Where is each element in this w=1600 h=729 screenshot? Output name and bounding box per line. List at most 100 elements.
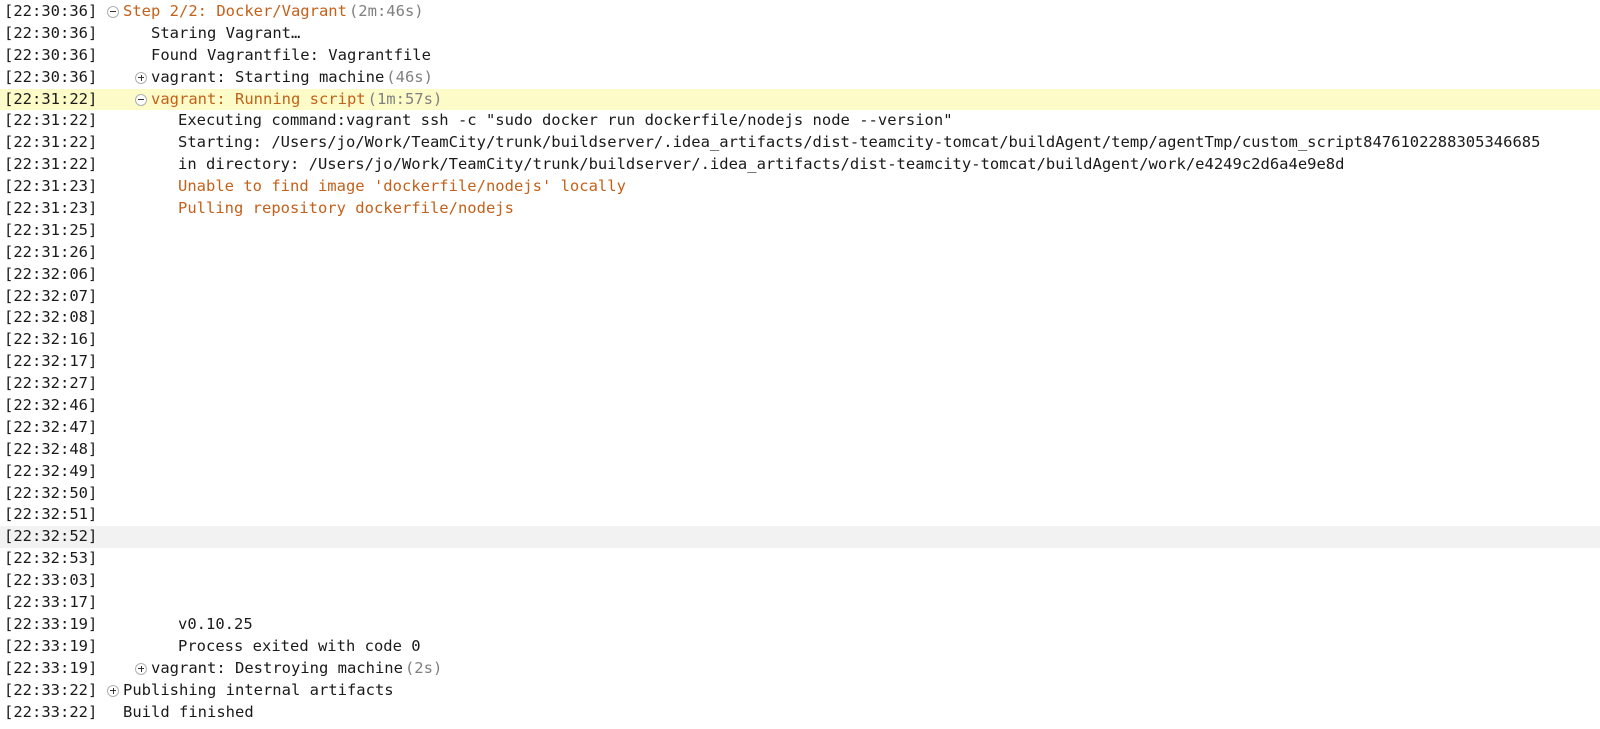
log-message: Starting: /Users/jo/Work/TeamCity/trunk/… bbox=[178, 133, 1541, 152]
log-row: [22:32:08] bbox=[0, 307, 1600, 329]
log-message: Publishing internal artifacts bbox=[123, 680, 394, 699]
log-row: [22:31:22] Starting: /Users/jo/Work/TeamC… bbox=[0, 132, 1600, 154]
log-row: [22:32:27] bbox=[0, 373, 1600, 395]
log-message: vagrant: Starting machine bbox=[151, 67, 385, 86]
log-timestamp: [22:31:23] bbox=[4, 199, 98, 218]
log-entry: Executing command:vagrant ssh -c "sudo d… bbox=[178, 110, 953, 132]
log-timestamp: [22:30:36] bbox=[4, 2, 98, 20]
log-duration: (2s) bbox=[404, 658, 443, 677]
log-entry: Publishing internal artifacts bbox=[107, 680, 394, 702]
expand-icon[interactable] bbox=[107, 684, 119, 697]
log-timestamp: [22:32:51] bbox=[4, 505, 98, 524]
log-row: [22:31:22] Executing command:vagrant ssh … bbox=[0, 110, 1600, 132]
log-entry: vagrant: Destroying machine (2s) bbox=[135, 658, 442, 680]
log-timestamp: [22:31:22] bbox=[4, 89, 98, 108]
log-row: [22:31:25] bbox=[0, 220, 1600, 242]
log-timestamp: [22:31:22] bbox=[4, 111, 98, 130]
log-row: [22:32:52] bbox=[0, 526, 1600, 549]
expand-icon[interactable] bbox=[135, 71, 147, 84]
log-row: [22:31:22] vagrant: Running script (1m:57… bbox=[0, 88, 1600, 111]
log-timestamp: [22:32:17] bbox=[4, 352, 98, 371]
log-message: v0.10.25 bbox=[178, 614, 253, 633]
log-duration: (2m:46s) bbox=[348, 2, 424, 20]
log-timestamp: [22:31:23] bbox=[4, 177, 98, 196]
log-timestamp: [22:32:49] bbox=[4, 461, 98, 480]
log-timestamp: [22:32:27] bbox=[4, 374, 98, 393]
log-entry: Step 2/2: Docker/Vagrant (2m:46s) bbox=[107, 1, 424, 23]
log-row: [22:33:03] bbox=[0, 570, 1600, 592]
log-timestamp: [22:32:50] bbox=[4, 483, 98, 502]
log-message: Staring Vagrant… bbox=[151, 23, 301, 42]
log-entry: vagrant: Running script (1m:57s) bbox=[135, 89, 442, 111]
log-timestamp: [22:32:53] bbox=[4, 549, 98, 568]
log-timestamp: [22:33:19] bbox=[4, 636, 98, 655]
log-entry: Staring Vagrant… bbox=[151, 23, 300, 45]
log-message: vagrant: Running script bbox=[151, 89, 366, 108]
log-row: [22:31:23] Pulling repository dockerfile/… bbox=[0, 198, 1600, 220]
log-message: Executing command:vagrant ssh -c "sudo d… bbox=[178, 111, 953, 130]
log-message: vagrant: Destroying machine bbox=[151, 658, 403, 677]
log-message: Unable to find image 'dockerfile/nodejs'… bbox=[178, 177, 626, 196]
log-entry: Unable to find image 'dockerfile/nodejs'… bbox=[178, 176, 626, 198]
log-timestamp: [22:31:22] bbox=[4, 133, 98, 152]
log-row: [22:33:19] Process exited with code 0 bbox=[0, 636, 1600, 658]
log-timestamp: [22:30:36] bbox=[4, 45, 98, 64]
log-timestamp: [22:33:22] bbox=[4, 680, 98, 699]
log-row: [22:33:22] Build finished bbox=[0, 702, 1600, 724]
log-row: [22:32:47] bbox=[0, 417, 1600, 439]
log-duration: (46s) bbox=[386, 67, 433, 86]
log-message: Found Vagrantfile: Vagrantfile bbox=[151, 45, 431, 64]
log-row: [22:30:36] Staring Vagrant… bbox=[0, 23, 1600, 45]
log-entry: vagrant: Starting machine (46s) bbox=[135, 67, 433, 89]
log-row: [22:32:16] bbox=[0, 329, 1600, 351]
collapse-icon[interactable] bbox=[135, 93, 147, 106]
log-row: [22:30:36] Found Vagrantfile: Vagrantfile bbox=[0, 45, 1600, 67]
log-entry: Build finished bbox=[123, 702, 254, 724]
collapse-icon[interactable] bbox=[107, 5, 119, 18]
log-row: [22:32:48] bbox=[0, 439, 1600, 461]
log-row: [22:32:07] bbox=[0, 286, 1600, 308]
log-message: Step 2/2: Docker/Vagrant bbox=[123, 2, 347, 20]
log-timestamp: [22:30:36] bbox=[4, 23, 98, 42]
log-row: [22:30:36] Step 2/2: Docker/Vagrant (2m:4… bbox=[0, 1, 1600, 23]
log-row: [22:32:53] bbox=[0, 548, 1600, 570]
log-timestamp: [22:32:06] bbox=[4, 264, 98, 283]
log-message: Pulling repository dockerfile/nodejs bbox=[178, 199, 514, 218]
log-entry: v0.10.25 bbox=[178, 614, 253, 636]
log-timestamp: [22:31:25] bbox=[4, 220, 98, 239]
log-timestamp: [22:32:16] bbox=[4, 330, 98, 349]
log-duration: (1m:57s) bbox=[367, 89, 443, 108]
log-message: Build finished bbox=[123, 702, 254, 721]
log-row: [22:30:36] vagrant: Starting machine (46s… bbox=[0, 67, 1600, 89]
log-entry: in directory: /Users/jo/Work/TeamCity/tr… bbox=[178, 154, 1344, 176]
log-timestamp: [22:33:17] bbox=[4, 593, 98, 612]
expand-icon[interactable] bbox=[135, 662, 147, 675]
log-row: [22:33:22] Publishing internal artifacts bbox=[0, 680, 1600, 702]
log-entry: Starting: /Users/jo/Work/TeamCity/trunk/… bbox=[178, 132, 1540, 154]
log-row: [22:33:19] vagrant: Destroying machine (2… bbox=[0, 658, 1600, 680]
log-timestamp: [22:32:08] bbox=[4, 308, 98, 327]
log-row: [22:32:06] bbox=[0, 264, 1600, 286]
log-row: [22:32:50] bbox=[0, 483, 1600, 505]
log-timestamp: [22:32:48] bbox=[4, 439, 98, 458]
log-row: [22:31:22] in directory: /Users/jo/Work/T… bbox=[0, 154, 1600, 176]
build-log: [22:30:36] Step 2/2: Docker/Vagrant (2m:4… bbox=[0, 0, 1600, 723]
log-timestamp: [22:33:22] bbox=[4, 702, 98, 721]
log-timestamp: [22:30:36] bbox=[4, 67, 98, 86]
log-row: [22:31:26] bbox=[0, 242, 1600, 264]
log-timestamp: [22:33:19] bbox=[4, 614, 98, 633]
log-row: [22:31:23] Unable to find image 'dockerfi… bbox=[0, 176, 1600, 198]
log-row: [22:32:49] bbox=[0, 461, 1600, 483]
log-timestamp: [22:33:19] bbox=[4, 658, 98, 677]
log-row: [22:32:17] bbox=[0, 351, 1600, 373]
log-row: [22:33:19] v0.10.25 bbox=[0, 614, 1600, 636]
log-timestamp: [22:32:52] bbox=[4, 527, 98, 546]
log-row: [22:32:46] bbox=[0, 395, 1600, 417]
log-entry: Found Vagrantfile: Vagrantfile bbox=[151, 45, 431, 67]
log-timestamp: [22:33:03] bbox=[4, 571, 98, 590]
log-row: [22:32:51] bbox=[0, 504, 1600, 526]
log-entry: Process exited with code 0 bbox=[178, 636, 421, 658]
log-entry: Pulling repository dockerfile/nodejs bbox=[178, 198, 514, 220]
log-timestamp: [22:31:22] bbox=[4, 155, 98, 174]
log-timestamp: [22:32:07] bbox=[4, 286, 98, 305]
